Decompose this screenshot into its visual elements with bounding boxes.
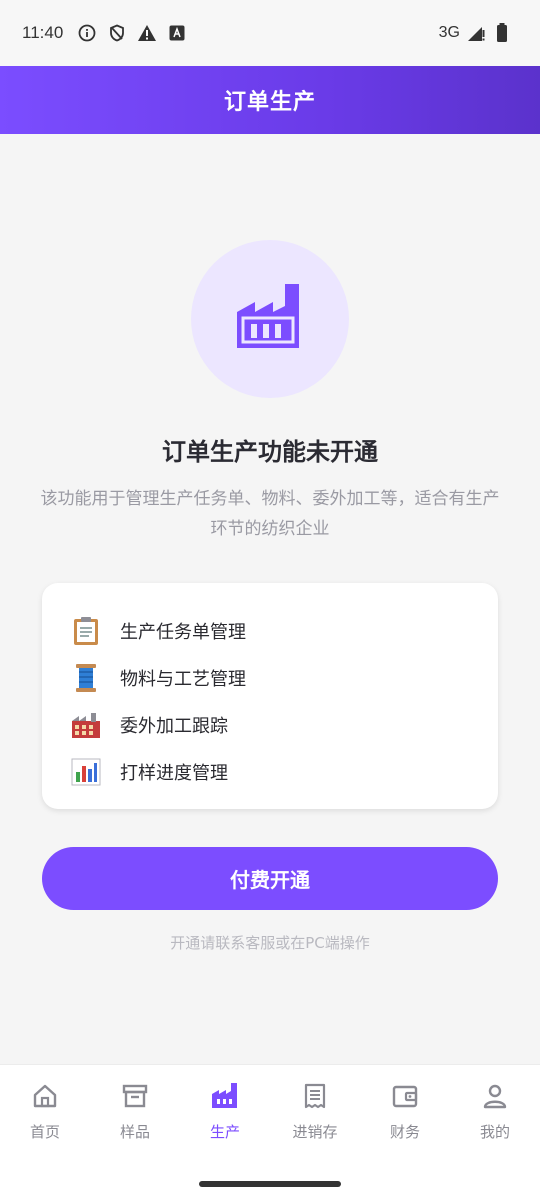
feature-item-materials: 物料与工艺管理 xyxy=(70,654,470,701)
feature-list-card: 生产任务单管理 物料与工艺管理 委外加工跟踪 打样进度管理 xyxy=(42,583,498,809)
tab-label: 我的 xyxy=(479,1123,510,1141)
page-title: 订单生产 xyxy=(223,90,316,115)
hero-icon-circle xyxy=(191,240,349,398)
clipboard-icon xyxy=(70,615,102,647)
tab-label: 生产 xyxy=(209,1123,240,1141)
feature-label: 委外加工跟踪 xyxy=(120,715,228,737)
app-header: 订单生产 xyxy=(0,66,540,134)
factory-icon xyxy=(210,1081,240,1111)
a-icon xyxy=(167,23,187,43)
info-icon xyxy=(77,23,97,43)
pay-activate-button[interactable]: 付费开通 xyxy=(42,847,498,910)
feature-item-outsourcing: 委外加工跟踪 xyxy=(70,701,470,748)
status-time: 11:40 xyxy=(22,23,64,42)
feature-label: 生产任务单管理 xyxy=(120,621,246,643)
home-icon xyxy=(30,1081,60,1111)
person-icon xyxy=(480,1081,510,1111)
bar-chart-icon xyxy=(70,756,102,788)
feature-description: 该功能用于管理生产任务单、物料、委外加工等，适合有生产环节的纺织企业 xyxy=(40,489,500,539)
feature-label: 物料与工艺管理 xyxy=(120,668,246,690)
tab-label: 样品 xyxy=(119,1123,150,1141)
tab-label: 财务 xyxy=(389,1123,420,1141)
tab-production[interactable]: 生产 xyxy=(180,1081,270,1161)
main-content: 订单生产功能未开通 该功能用于管理生产任务单、物料、委外加工等，适合有生产环节的… xyxy=(0,134,540,1064)
feature-title: 订单生产功能未开通 xyxy=(162,438,378,466)
tab-inventory[interactable]: 进销存 xyxy=(270,1081,360,1161)
warning-icon xyxy=(137,23,157,43)
shield-icon xyxy=(107,23,127,43)
tab-samples[interactable]: 样品 xyxy=(90,1081,180,1161)
box-icon xyxy=(120,1081,150,1111)
tab-finance[interactable]: 财务 xyxy=(360,1081,450,1161)
factory-icon xyxy=(233,280,307,358)
feature-label: 打样进度管理 xyxy=(120,762,228,784)
battery-icon xyxy=(492,23,512,43)
tab-label: 进销存 xyxy=(292,1123,338,1141)
feature-item-task-orders: 生产任务单管理 xyxy=(70,607,470,654)
tab-home[interactable]: 首页 xyxy=(0,1081,90,1161)
feature-item-sampling: 打样进度管理 xyxy=(70,748,470,795)
receipt-icon xyxy=(300,1081,330,1111)
home-indicator[interactable] xyxy=(199,1181,341,1187)
spool-icon xyxy=(70,662,102,694)
signal-icon xyxy=(466,23,486,43)
wallet-icon xyxy=(390,1081,420,1111)
activation-hint: 开通请联系客服或在PC端操作 xyxy=(170,934,370,952)
network-label: 3G xyxy=(438,24,460,41)
tab-mine[interactable]: 我的 xyxy=(450,1081,540,1161)
status-bar: 11:40 3G xyxy=(0,0,540,66)
tab-label: 首页 xyxy=(29,1123,60,1141)
factory-icon xyxy=(70,709,102,741)
bottom-tab-bar: 首页 样品 生产 进销存 财务 我的 xyxy=(0,1064,540,1200)
